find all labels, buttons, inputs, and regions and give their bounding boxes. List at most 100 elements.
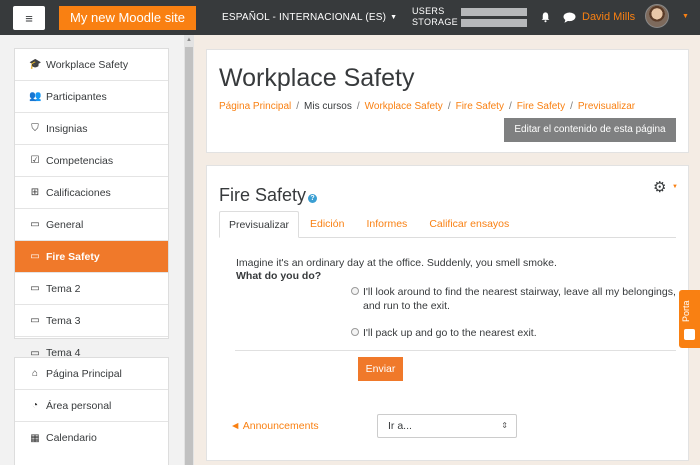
sidebar-item-competencias[interactable]: ☑ Competencias	[15, 145, 168, 177]
users-icon: 👥	[29, 91, 42, 102]
sidebar-item-área-personal[interactable]: ◔ Área personal	[15, 390, 168, 422]
jump-to-value: Ir a...	[388, 420, 412, 432]
answer-option-1[interactable]: I'll look around to find the nearest sta…	[351, 285, 686, 313]
divider	[235, 350, 676, 351]
folder-icon: ▭	[30, 219, 40, 230]
sidebar-item-label: Página Principal	[46, 367, 122, 380]
scrollbar-thumb[interactable]	[185, 47, 193, 465]
quiz-title-text: Fire Safety	[219, 185, 307, 205]
sidebar-item-label: General	[46, 218, 84, 231]
breadcrumb-sep: /	[296, 101, 300, 112]
jump-to-select[interactable]: Ir a... ⇕	[377, 414, 517, 438]
quiz-card: ⚙ ▼ Fire Safety? Previsualizar Edición I…	[206, 165, 689, 461]
sidebar-item-label: Fire Safety	[46, 250, 100, 263]
language-label: ESPAÑOL - INTERNACIONAL (ES)	[222, 12, 387, 23]
messages-icon[interactable]	[563, 12, 576, 23]
breadcrumb-quiz[interactable]: Fire Safety	[517, 101, 565, 112]
menu-toggle-icon[interactable]: ≡	[13, 6, 45, 30]
arrow-left-icon: ◄	[230, 420, 243, 432]
breadcrumb-sep: /	[447, 101, 451, 112]
sidebar-item-label: Calendario	[46, 432, 97, 444]
answer-option-1-label: I'll look around to find the nearest sta…	[363, 286, 676, 312]
gear-caret-down-icon[interactable]: ▼	[672, 184, 678, 190]
home-icon: ⌂	[31, 368, 39, 379]
nav-drawer: 🎓 Workplace Safety 👥 Participantes ⛉ Insignia…	[0, 35, 194, 465]
sidebar-item-label: Área personal	[46, 399, 112, 412]
sidebar-item-tema-3[interactable]: ▭ Tema 3	[15, 305, 168, 337]
storage-labels: USERS STORAGE	[412, 6, 458, 28]
users-label: USERS	[412, 6, 445, 16]
table-icon: ⊞	[30, 187, 40, 198]
sidebar-item-calendario[interactable]: ▦ Calendario	[15, 422, 168, 454]
sidebar-item-tema-2[interactable]: ▭ Tema 2	[15, 273, 168, 305]
select-arrows-icon: ⇕	[501, 421, 508, 430]
side-tab-label: Porta	[681, 300, 691, 322]
submit-button[interactable]: Enviar	[358, 357, 403, 381]
storage-label: STORAGE	[412, 17, 458, 27]
side-tab[interactable]: Porta	[679, 290, 700, 348]
radio-button[interactable]	[351, 287, 359, 295]
sidebar-item-fire-safety[interactable]: ▭ Fire Safety	[15, 241, 168, 273]
sidebar-item-label: Participantes	[46, 90, 107, 103]
help-icon[interactable]: ?	[308, 194, 318, 203]
question-text: Imagine it's an ordinary day at the offi…	[236, 257, 557, 283]
course-nav-group: 🎓 Workplace Safety 👥 Participantes ⛉ Insignia…	[14, 48, 169, 359]
graduation-cap-icon: 🎓	[29, 59, 42, 70]
breadcrumb-home[interactable]: Página Principal	[219, 101, 291, 112]
scroll-up-icon[interactable]: ▲	[184, 37, 194, 45]
quiz-title: Fire Safety?	[219, 185, 318, 206]
answer-option-2-label: I'll pack up and go to the nearest exit.	[363, 327, 537, 339]
sidebar-item-label: Competencias	[46, 154, 114, 167]
sidebar-item-participantes[interactable]: 👥 Participantes	[15, 81, 168, 113]
tab-preview[interactable]: Previsualizar	[219, 211, 299, 238]
answer-option-2[interactable]: I'll pack up and go to the nearest exit.	[351, 326, 686, 340]
caret-down-icon: ▼	[390, 14, 398, 21]
page-title: Workplace Safety	[219, 64, 415, 92]
breadcrumb-sep: /	[508, 101, 512, 112]
edit-page-button[interactable]: Editar el contenido de esta página	[504, 118, 676, 142]
page-header: Workplace Safety Página Principal / Mis cu…	[206, 49, 689, 153]
sidebar-item-calificaciones[interactable]: ⊞ Calificaciones	[15, 177, 168, 209]
sidebar-item-workplace-safety[interactable]: 🎓 Workplace Safety	[15, 49, 168, 81]
bell-icon[interactable]	[540, 11, 551, 23]
folder-icon: ▭	[30, 315, 40, 326]
breadcrumb-preview[interactable]: Previsualizar	[578, 101, 635, 112]
announcements-link[interactable]: ◄ Announcements	[230, 420, 319, 432]
sidebar-item-general[interactable]: ▭ General	[15, 209, 168, 241]
sidebar-item-label: Calificaciones	[46, 186, 111, 199]
avatar[interactable]	[645, 4, 669, 28]
top-navbar: ≡ My new Moodle site ESPAÑOL - INTERNACI…	[0, 0, 700, 35]
question-prompt: Imagine it's an ordinary day at the offi…	[236, 257, 557, 269]
sidebar-item-página-principal[interactable]: ⌂ Página Principal	[15, 358, 168, 390]
breadcrumb-my-courses: Mis cursos	[304, 101, 352, 112]
user-caret-down-icon[interactable]: ▼	[682, 13, 689, 20]
radio-button[interactable]	[351, 328, 359, 336]
folder-icon: ▭	[30, 283, 40, 294]
side-tab-icon	[684, 329, 695, 340]
quiz-tabs: Previsualizar Edición Informes Calificar…	[219, 211, 676, 238]
storage-usage-bar	[461, 19, 527, 27]
sidebar-item-label: Insignias	[46, 122, 88, 135]
tab-edit[interactable]: Edición	[299, 211, 355, 238]
site-nav-group: ⌂ Página Principal ◔ Área personal ▦ Calendar…	[14, 357, 169, 465]
sidebar-item-label: Tema 2	[46, 282, 81, 295]
site-name-link[interactable]: My new Moodle site	[59, 6, 196, 30]
breadcrumb-section[interactable]: Fire Safety	[456, 101, 504, 112]
checkbox-icon: ☑	[30, 155, 40, 166]
announcements-label: Announcements	[242, 420, 319, 432]
tab-grade-essays[interactable]: Calificar ensayos	[418, 211, 520, 238]
breadcrumb-sep: /	[570, 101, 573, 112]
sidebar-item-label: Workplace Safety	[46, 58, 129, 71]
dashboard-icon: ◔	[31, 400, 39, 411]
users-usage-bar	[461, 8, 527, 16]
language-menu[interactable]: ESPAÑOL - INTERNACIONAL (ES) ▼	[222, 12, 397, 23]
sidebar-item-label: Tema 3	[46, 314, 81, 327]
sidebar-item-insignias[interactable]: ⛉ Insignias	[15, 113, 168, 145]
breadcrumb-sep: /	[356, 101, 360, 112]
tab-reports[interactable]: Informes	[355, 211, 418, 238]
breadcrumb-course[interactable]: Workplace Safety	[365, 101, 443, 112]
question-label: What do you do?	[236, 270, 322, 282]
gear-icon[interactable]: ⚙	[653, 178, 666, 196]
user-name[interactable]: David Mills	[582, 11, 635, 23]
folder-icon: ▭	[30, 251, 40, 262]
